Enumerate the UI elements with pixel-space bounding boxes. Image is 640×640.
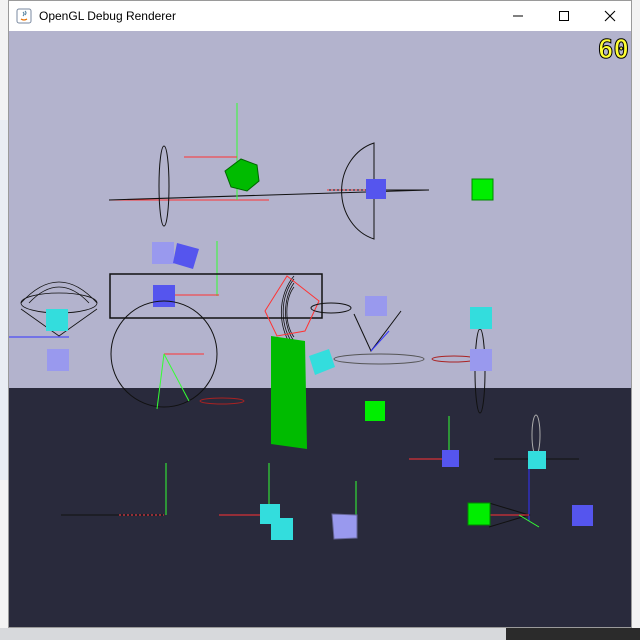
light-blue-cube bbox=[331, 513, 358, 540]
wire-ellipse bbox=[310, 302, 352, 314]
java-icon bbox=[16, 8, 32, 24]
green-cube bbox=[471, 178, 494, 201]
light-blue-cube bbox=[470, 349, 492, 371]
blue-cube bbox=[442, 450, 459, 467]
maximize-button[interactable] bbox=[541, 1, 587, 31]
render-viewport[interactable]: 60 bbox=[9, 31, 631, 627]
green-cube bbox=[365, 401, 385, 421]
blue-cube bbox=[173, 243, 199, 269]
app-window: OpenGL Debug Renderer 60 bbox=[8, 0, 632, 628]
blue-cube bbox=[366, 179, 386, 199]
cyan-cube bbox=[528, 451, 546, 469]
cyan-cube bbox=[309, 349, 335, 375]
green-slab bbox=[271, 336, 307, 449]
green-dodecahedron bbox=[224, 158, 260, 192]
green-cube bbox=[467, 502, 491, 526]
cyan-cube bbox=[271, 518, 293, 540]
blue-cube bbox=[572, 505, 593, 526]
wire-pentagon bbox=[264, 275, 320, 337]
close-icon bbox=[604, 10, 616, 22]
cyan-cube bbox=[470, 307, 492, 329]
maximize-icon bbox=[559, 11, 569, 21]
wire-cone bbox=[333, 310, 425, 365]
minimize-button[interactable] bbox=[495, 1, 541, 31]
wire-cone bbox=[488, 502, 540, 528]
wire-ellipse bbox=[431, 355, 477, 363]
light-blue-cube bbox=[152, 242, 174, 264]
light-blue-cube bbox=[365, 296, 387, 316]
minimize-icon bbox=[513, 15, 523, 17]
wire-ellipse bbox=[531, 414, 541, 456]
blue-cube bbox=[153, 285, 175, 307]
axis-line bbox=[156, 353, 165, 410]
close-button[interactable] bbox=[587, 1, 633, 31]
wire-ellipse bbox=[158, 145, 170, 227]
title-bar[interactable]: OpenGL Debug Renderer bbox=[9, 1, 631, 31]
light-blue-cube bbox=[47, 349, 69, 371]
window-title: OpenGL Debug Renderer bbox=[39, 9, 176, 23]
taskbar-corner bbox=[506, 628, 640, 640]
cyan-cube bbox=[46, 309, 68, 331]
axis-gizmo bbox=[61, 463, 167, 516]
wire-ellipse bbox=[199, 397, 245, 405]
axis-line bbox=[163, 353, 190, 402]
fps-counter: 60 bbox=[597, 35, 629, 66]
scene-canvas bbox=[9, 103, 593, 540]
